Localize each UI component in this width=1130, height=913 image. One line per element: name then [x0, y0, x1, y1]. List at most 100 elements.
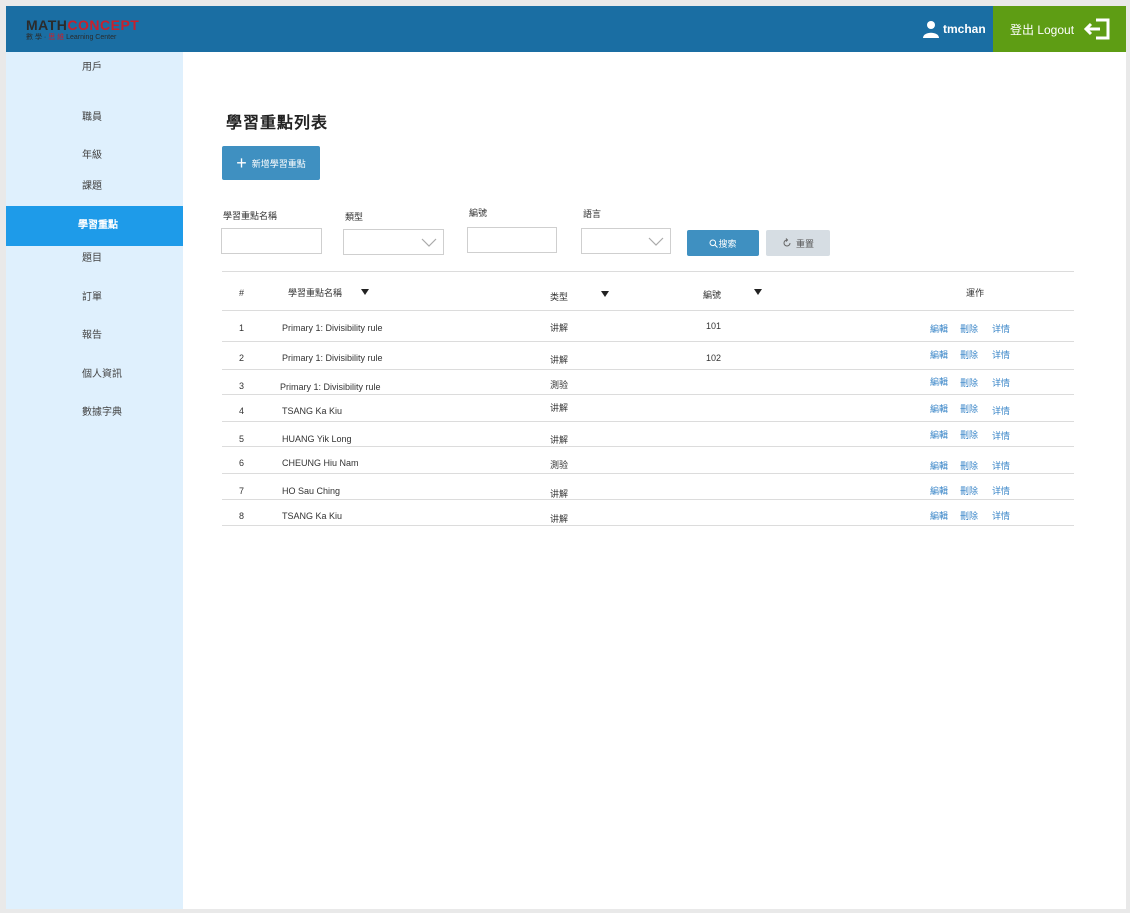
delete-link[interactable]: 刪除 — [960, 402, 978, 415]
delete-link[interactable]: 刪除 — [960, 322, 978, 335]
logo: MATHCONCEPT 數 學 · 思 維 Learning Center — [26, 18, 146, 42]
sort-type-icon[interactable] — [601, 291, 609, 297]
row-divider — [222, 421, 1074, 422]
row-name: HUANG Yik Long — [282, 434, 352, 444]
header-type[interactable]: 类型 — [550, 290, 568, 303]
edit-link[interactable]: 編輯 — [930, 428, 948, 441]
logo-text-concept: CONCEPT — [67, 17, 140, 33]
reset-button-label: 重置 — [795, 238, 814, 249]
header-name[interactable]: 學習重點名稱 — [288, 286, 342, 299]
edit-link[interactable]: 編輯 — [930, 322, 948, 335]
row-divider — [222, 341, 1074, 342]
detail-link[interactable]: 详情 — [992, 404, 1010, 417]
add-learning-point-button[interactable]: + 新增學習重點 — [222, 146, 320, 180]
row-index: 6 — [239, 458, 245, 468]
row-name: TSANG Ka Kiu — [282, 511, 343, 521]
logo-text-math: MATH — [26, 17, 68, 33]
delete-link[interactable]: 刪除 — [960, 484, 978, 497]
detail-link[interactable]: 详情 — [992, 376, 1010, 389]
row-name: Primary 1: Divisibility rule — [282, 323, 383, 333]
row-index: 8 — [239, 511, 245, 521]
row-name: TSANG Ka Kiu — [282, 406, 343, 416]
top-bar: MATHCONCEPT 數 學 · 思 維 Learning Center tm… — [6, 6, 1126, 52]
user-info[interactable]: tmchan — [922, 19, 986, 39]
sidebar-item-topics[interactable]: 課題 — [6, 177, 183, 197]
delete-link[interactable]: 刪除 — [960, 348, 978, 361]
delete-link[interactable]: 刪除 — [960, 376, 978, 389]
delete-link[interactable]: 刪除 — [960, 459, 978, 472]
table-top-border — [222, 271, 1074, 272]
sidebar-item-data-dictionary[interactable]: 數據字典 — [6, 403, 183, 423]
detail-link[interactable]: 详情 — [992, 459, 1010, 472]
sidebar-item-grades[interactable]: 年級 — [6, 146, 183, 166]
row-type: 測验 — [550, 380, 569, 390]
edit-link[interactable]: 編輯 — [930, 509, 948, 522]
filter-code-input[interactable] — [467, 227, 557, 253]
sort-code-icon[interactable] — [754, 289, 762, 295]
row-type: 讲解 — [550, 355, 569, 365]
detail-link[interactable]: 详情 — [992, 322, 1010, 335]
row-code: 102 — [706, 353, 722, 363]
plus-icon: + — [236, 153, 247, 173]
row-type: 讲解 — [550, 514, 569, 524]
row-type: 讲解 — [550, 323, 569, 333]
delete-link[interactable]: 刪除 — [960, 428, 978, 441]
edit-link[interactable]: 編輯 — [930, 484, 948, 497]
detail-link[interactable]: 详情 — [992, 509, 1010, 522]
sidebar: 用戶 職員 年級 課題 學習重點 題目 訂單 報告 個人資訊 數據字典 — [6, 52, 183, 909]
sidebar-item-staff[interactable]: 職員 — [6, 108, 183, 128]
detail-link[interactable]: 详情 — [992, 429, 1010, 442]
row-divider — [222, 473, 1074, 474]
detail-link[interactable]: 详情 — [992, 348, 1010, 361]
edit-link[interactable]: 編輯 — [930, 402, 948, 415]
chevron-down-icon — [421, 238, 437, 247]
sidebar-item-users[interactable]: 用戶 — [6, 58, 183, 78]
detail-link[interactable]: 详情 — [992, 484, 1010, 497]
row-index: 5 — [239, 434, 245, 444]
reset-button[interactable]: 重置 — [766, 230, 830, 256]
row-type: 測验 — [550, 460, 569, 470]
row-divider — [222, 446, 1074, 447]
reset-icon — [783, 238, 791, 247]
sidebar-item-reports[interactable]: 報告 — [6, 326, 183, 346]
app-window: MATHCONCEPT 數 學 · 思 維 Learning Center tm… — [6, 6, 1126, 909]
edit-link[interactable]: 編輯 — [930, 348, 948, 361]
filter-name-input[interactable] — [221, 228, 322, 254]
search-button-label: 搜索 — [718, 238, 737, 249]
row-code: 101 — [706, 321, 722, 331]
filter-type-select[interactable] — [343, 229, 444, 255]
page-title: 學習重點列表 — [226, 115, 329, 132]
add-button-label: 新增學習重點 — [251, 158, 306, 169]
delete-link[interactable]: 刪除 — [960, 509, 978, 522]
filter-language-label: 語言 — [583, 209, 602, 219]
header-index: # — [239, 288, 245, 298]
search-button[interactable]: 搜索 — [687, 230, 759, 256]
row-index: 1 — [239, 323, 245, 333]
row-type: 讲解 — [550, 403, 569, 413]
edit-link[interactable]: 編輯 — [930, 375, 948, 388]
sidebar-item-profile[interactable]: 個人資訊 — [6, 365, 183, 385]
user-icon — [923, 21, 939, 38]
edit-link[interactable]: 編輯 — [930, 459, 948, 472]
main-content: 學習重點列表 + 新增學習重點 學習重點名稱 類型 編號 語言 搜索 重置 # … — [183, 52, 1126, 909]
filter-language-select[interactable] — [581, 228, 671, 254]
sidebar-item-orders[interactable]: 訂單 — [6, 288, 183, 308]
row-divider — [222, 369, 1074, 370]
row-divider — [222, 525, 1074, 526]
header-actions: 運作 — [966, 288, 985, 298]
row-name: Primary 1: Divisibility rule — [282, 353, 383, 363]
sidebar-item-learning-points[interactable]: 學習重點 — [6, 206, 183, 246]
filter-name-label: 學習重點名稱 — [223, 211, 278, 221]
header-code[interactable]: 編號 — [703, 288, 721, 301]
row-index: 7 — [239, 486, 245, 496]
username: tmchan — [943, 22, 986, 36]
filter-type-label: 類型 — [345, 212, 364, 222]
chevron-down-icon — [648, 237, 664, 246]
logo-subtext-a: 數 學 · — [26, 34, 47, 41]
row-index: 2 — [239, 353, 245, 363]
sort-name-icon[interactable] — [361, 289, 369, 295]
logout-button[interactable]: 登出 Logout — [993, 6, 1126, 52]
row-index: 4 — [239, 406, 245, 416]
row-divider — [222, 499, 1074, 500]
sidebar-item-questions[interactable]: 題目 — [6, 249, 183, 269]
